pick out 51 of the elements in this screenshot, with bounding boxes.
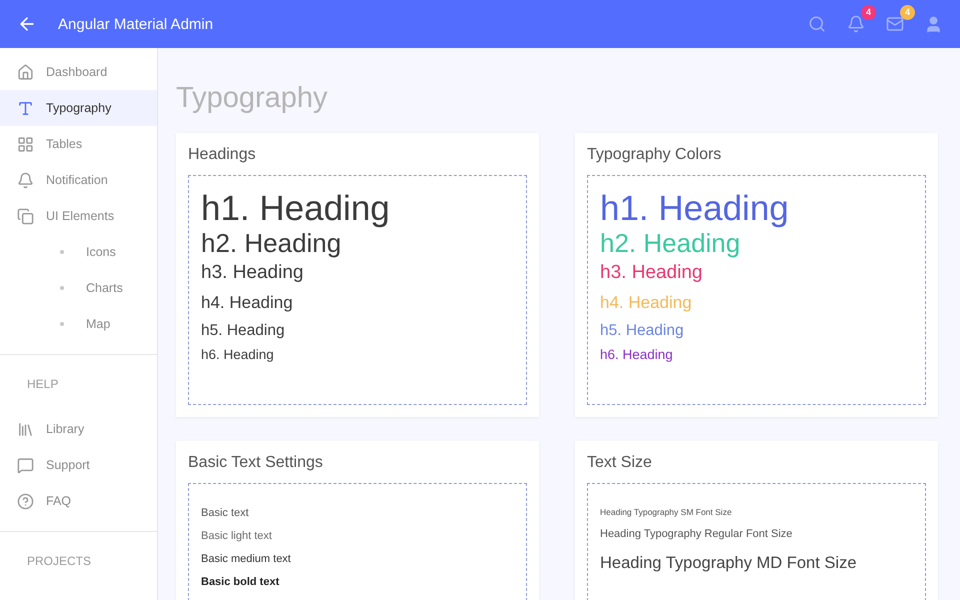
sidebar-item[interactable]: Typography (0, 90, 157, 126)
heading-sample: h4. Heading (600, 292, 692, 314)
text-icon (17, 100, 34, 116)
sidebar-subitem[interactable]: Map (0, 306, 157, 342)
text-sample: Basic light text (201, 530, 272, 542)
heading-sample: h4. Heading (201, 292, 293, 314)
text-sample: Heading Typography SM Font Size (600, 507, 732, 517)
sidebar-subitem[interactable]: Icons (0, 234, 157, 270)
heading-sample: h1. Heading (201, 190, 390, 228)
text-sample: Basic bold text (201, 576, 280, 588)
bullet-icon (60, 322, 64, 326)
section-heading: HELP (26, 376, 60, 393)
heading-sample: h6. Heading (201, 346, 274, 364)
library-icon (17, 420, 34, 438)
heading-sample: h3. Heading (600, 261, 702, 286)
sidebar-item[interactable]: UI Elements (0, 198, 157, 234)
app-title: Angular Material Admin (58, 16, 214, 32)
help-icon (17, 492, 34, 510)
heading-sample: h5. Heading (201, 320, 285, 341)
text-sample: Heading Typography Regular Font Size (600, 528, 792, 540)
sidebar-item[interactable]: FAQ (0, 483, 157, 519)
bullet-icon (60, 286, 64, 290)
sidebar-item[interactable]: Support (0, 447, 157, 483)
sidebar-item[interactable]: Notification (0, 162, 157, 198)
card-title: Basic Text Settings (188, 454, 324, 472)
chat-icon (17, 456, 34, 474)
heading-sample: h1. Heading (600, 190, 789, 228)
text-sample: Heading Typography MD Font Size (600, 554, 856, 573)
copy-icon (17, 208, 34, 224)
sidebar-item[interactable]: Library (0, 411, 157, 447)
home-icon (17, 64, 34, 80)
grid-icon (17, 136, 34, 152)
count-badge: 4 (900, 4, 915, 20)
text-sample: Basic medium text (201, 553, 291, 565)
heading-sample: h6. Heading (600, 346, 673, 364)
heading-sample: h3. Heading (201, 261, 304, 286)
bell-icon (17, 172, 34, 188)
card-title: Headings (188, 146, 257, 164)
sidebar-subitem[interactable]: Charts (0, 270, 157, 306)
sidebar-item[interactable]: Tables (0, 126, 157, 162)
heading-sample: h5. Heading (600, 320, 684, 341)
heading-sample: h2. Heading (600, 228, 740, 258)
page-title: Typography (176, 82, 329, 115)
sidebar-item[interactable]: Dashboard (0, 54, 157, 90)
heading-sample: h2. Heading (201, 228, 342, 258)
section-heading: PROJECTS (26, 553, 92, 570)
count-badge: 4 (861, 4, 876, 20)
card-title: Typography Colors (587, 146, 722, 164)
text-sample: Basic text (201, 507, 249, 519)
card-title: Text Size (587, 454, 653, 472)
bullet-icon (60, 250, 64, 254)
